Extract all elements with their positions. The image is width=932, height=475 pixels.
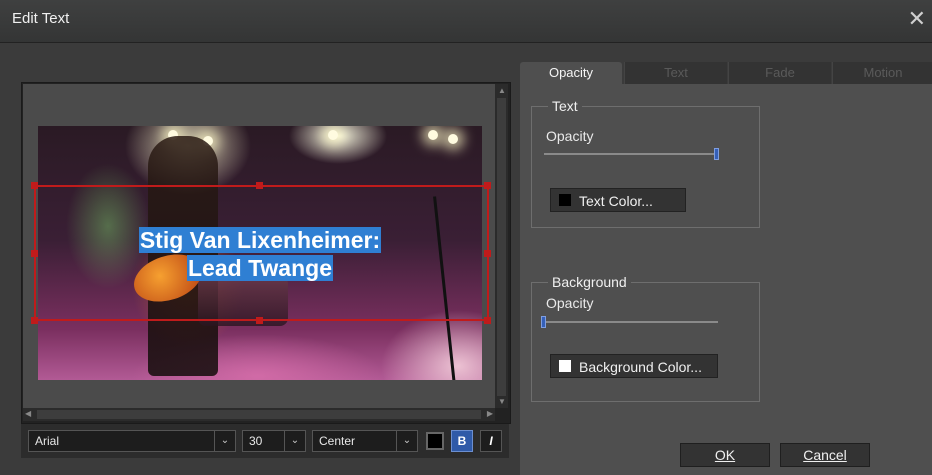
background-color-swatch: [559, 360, 571, 372]
background-group-legend: Background: [548, 274, 631, 290]
background-opacity-label: Opacity: [546, 295, 594, 311]
resize-handle-bottom-right[interactable]: [484, 317, 491, 324]
tab-fade[interactable]: Fade: [728, 62, 831, 84]
alignment-select[interactable]: Center ⌄: [312, 430, 418, 452]
tab-bar: Opacity Text Fade Motion: [520, 62, 932, 84]
font-size-value: 30: [249, 434, 263, 448]
text-opacity-slider[interactable]: [544, 153, 718, 155]
resize-handle-left[interactable]: [31, 250, 38, 257]
text-color-swatch: [559, 194, 571, 206]
scroll-left-icon[interactable]: ◀: [25, 409, 31, 418]
horizontal-scroll-thumb[interactable]: [37, 410, 481, 419]
title-bar: Edit Text ✕: [0, 0, 932, 43]
chevron-down-icon[interactable]: ⌄: [284, 431, 305, 451]
background-opacity-slider[interactable]: [544, 321, 718, 323]
resize-handle-right[interactable]: [484, 250, 491, 257]
background-color-label: Background Color...: [579, 359, 702, 375]
tab-opacity[interactable]: Opacity: [520, 62, 622, 84]
resize-handle-top[interactable]: [256, 182, 263, 189]
caption-line-2[interactable]: Lead Twange: [187, 255, 333, 281]
italic-button[interactable]: I: [480, 430, 502, 452]
text-opacity-label: Opacity: [546, 128, 594, 144]
close-icon[interactable]: ✕: [908, 6, 926, 32]
text-color-button[interactable]: Text Color...: [550, 188, 686, 212]
bold-button[interactable]: B: [451, 430, 473, 452]
resize-handle-bottom-left[interactable]: [31, 317, 38, 324]
cancel-button[interactable]: Cancel: [780, 443, 870, 467]
font-color-swatch[interactable]: [426, 432, 444, 450]
scroll-up-icon[interactable]: ▲: [498, 86, 506, 95]
text-color-label: Text Color...: [579, 193, 653, 209]
stage-light: [448, 134, 458, 144]
alignment-value: Center: [319, 434, 356, 448]
background-color-button[interactable]: Background Color...: [550, 354, 718, 378]
ok-button[interactable]: OK: [680, 443, 770, 467]
resize-handle-top-left[interactable]: [31, 182, 38, 189]
font-size-select[interactable]: 30 ⌄: [242, 430, 306, 452]
chevron-down-icon[interactable]: ⌄: [396, 431, 417, 451]
vertical-scroll-thumb[interactable]: [497, 98, 506, 396]
chevron-down-icon[interactable]: ⌄: [214, 431, 235, 451]
stage-light: [428, 130, 438, 140]
scroll-down-icon[interactable]: ▼: [498, 397, 506, 406]
caption-text[interactable]: Stig Van Lixenheimer: Lead Twange: [38, 226, 482, 282]
text-opacity-slider-thumb[interactable]: [714, 148, 719, 160]
tab-motion[interactable]: Motion: [832, 62, 932, 84]
resize-handle-top-right[interactable]: [484, 182, 491, 189]
vertical-scrollbar[interactable]: ▲ ▼: [495, 84, 508, 408]
horizontal-scrollbar[interactable]: ◀ ▶: [23, 408, 495, 421]
font-select[interactable]: Arial ⌄: [28, 430, 236, 452]
text-group-legend: Text: [548, 98, 582, 114]
resize-handle-bottom[interactable]: [256, 317, 263, 324]
window-title: Edit Text: [12, 10, 70, 27]
tab-text[interactable]: Text: [624, 62, 727, 84]
caption-line-1[interactable]: Stig Van Lixenheimer:: [138, 227, 382, 253]
font-value: Arial: [35, 434, 60, 448]
background-opacity-slider-thumb[interactable]: [541, 316, 546, 328]
scroll-right-icon[interactable]: ▶: [487, 409, 493, 418]
stage-light: [328, 130, 338, 140]
